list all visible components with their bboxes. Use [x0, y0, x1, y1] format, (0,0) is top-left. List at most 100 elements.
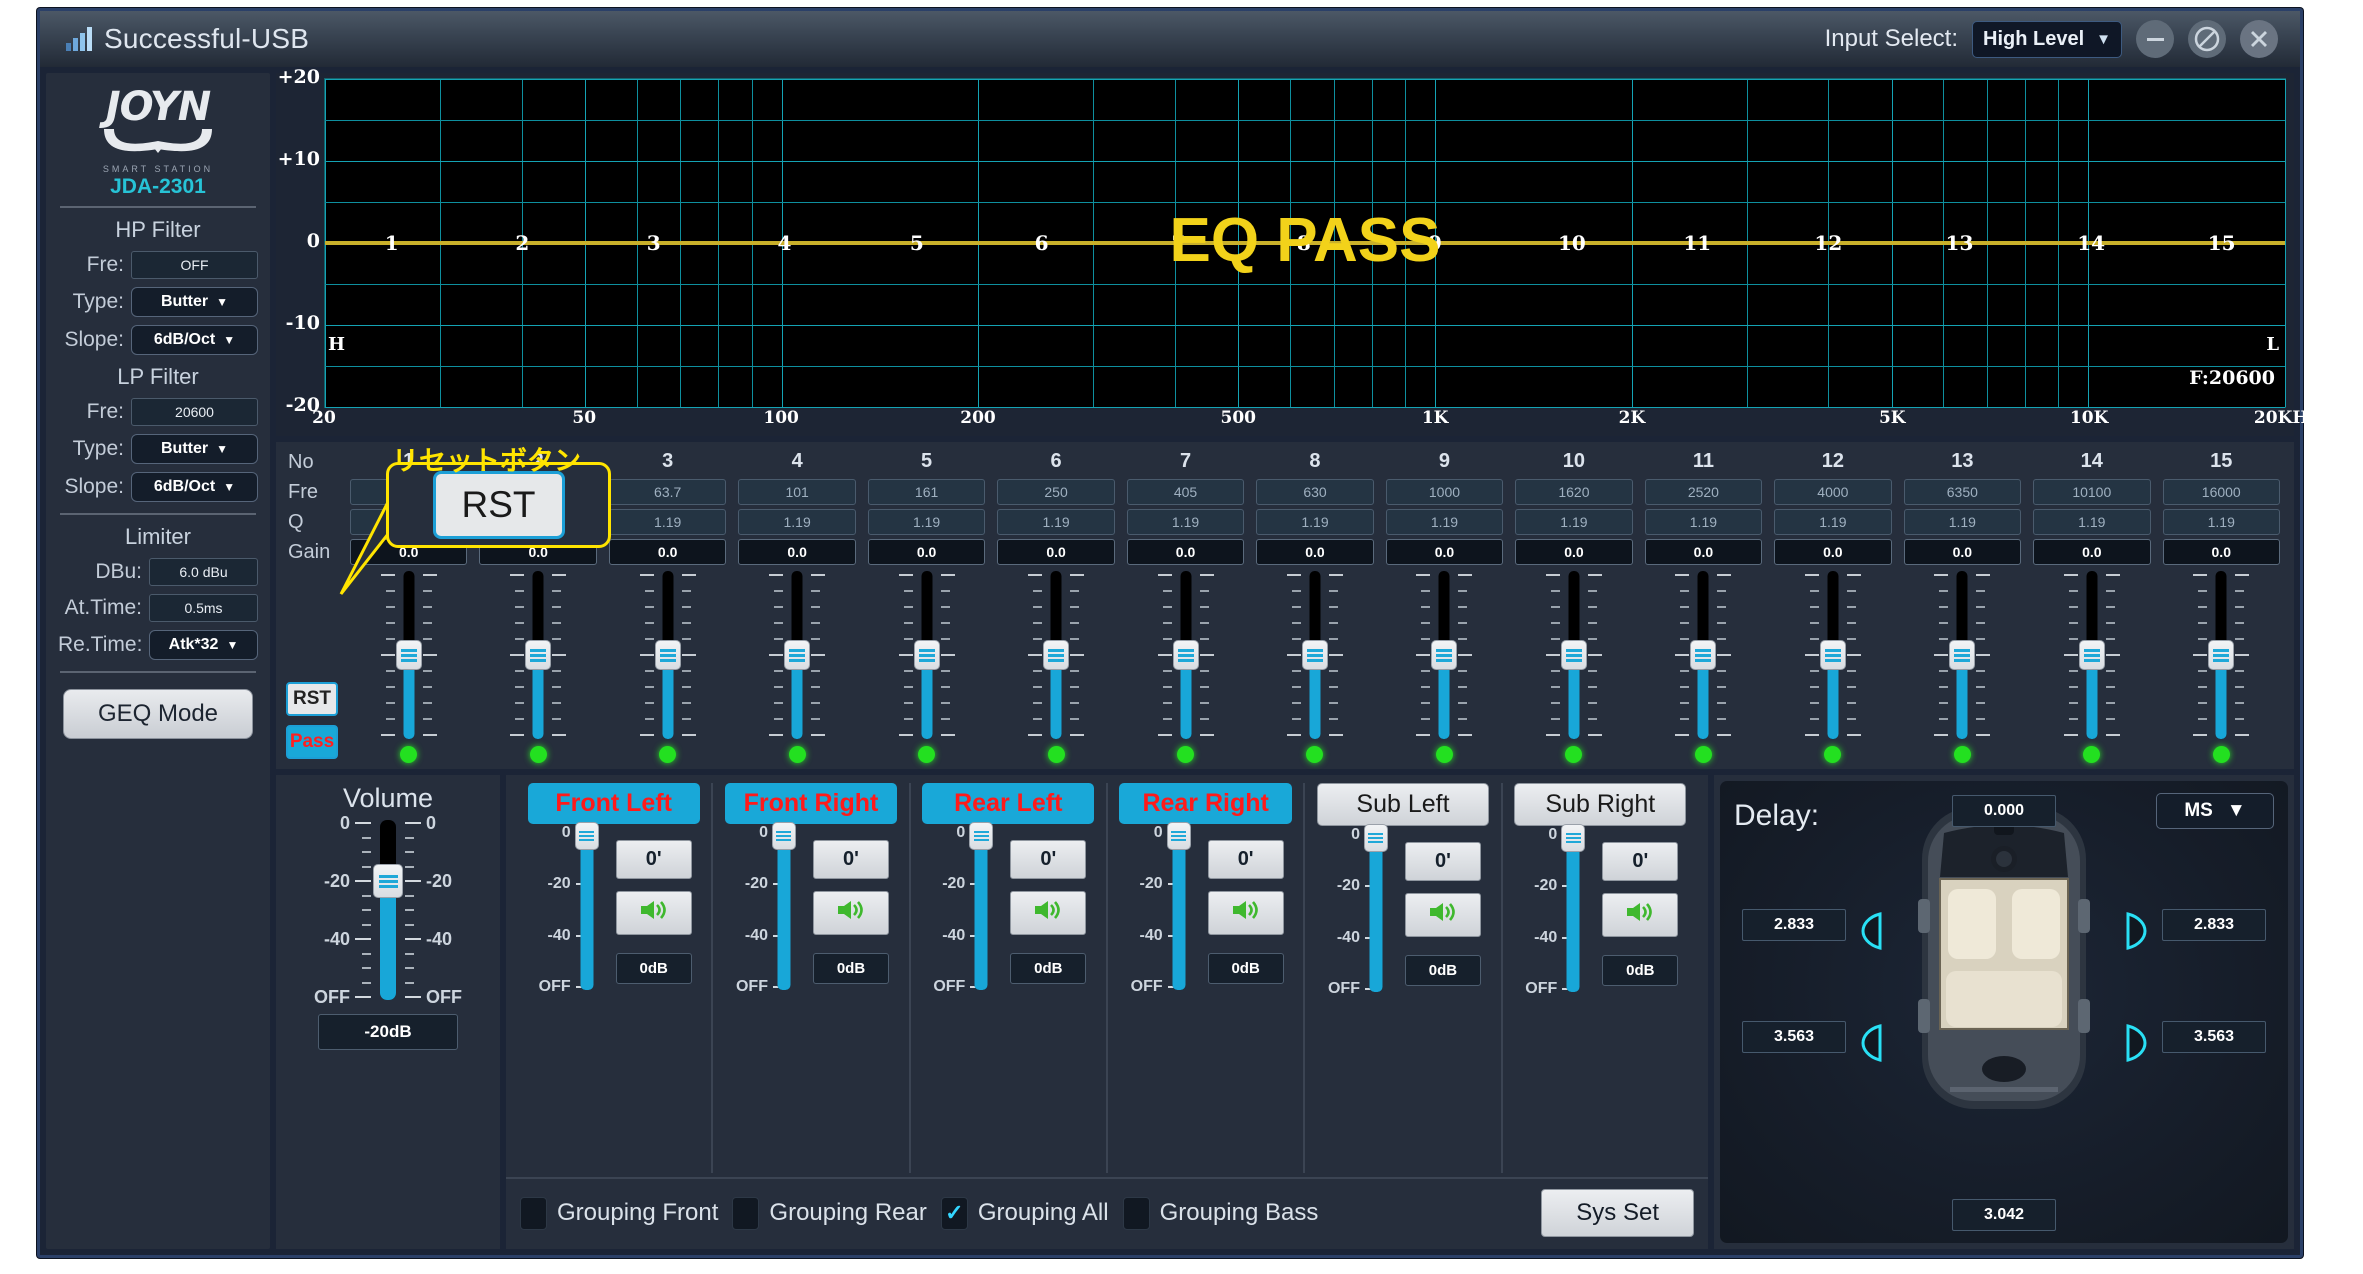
eq-band-led-9[interactable] — [1435, 746, 1453, 763]
fader-knob[interactable] — [525, 640, 552, 670]
fader-knob[interactable] — [1561, 824, 1586, 852]
eq-band-led-13[interactable] — [1953, 746, 1971, 763]
eq-fre-input-4[interactable]: 101 — [738, 479, 856, 505]
channel-phase-button[interactable]: 0' — [1207, 840, 1284, 879]
eq-band-led-14[interactable] — [2083, 746, 2101, 763]
fader-knob[interactable] — [1819, 640, 1846, 670]
geq-mode-button[interactable]: GEQ Mode — [63, 689, 253, 739]
eq-fre-input-5[interactable]: 161 — [867, 479, 986, 505]
eq-response-graph[interactable]: +20 +10 0 -10 -20 1 2 3 4 5 6 7 8 9 10 11 12 13 14 15 EQ PAS… — [278, 66, 2286, 416]
eq-band-marker-14[interactable]: 14 — [2077, 231, 2105, 255]
channel-level-value[interactable]: 0dB — [1602, 955, 1679, 986]
eq-gain-fader-6[interactable] — [1026, 571, 1086, 739]
fader-knob[interactable] — [654, 640, 681, 670]
eq-gain-input-10[interactable]: 0.0 — [1515, 539, 1633, 565]
channel-name-button[interactable]: Sub Right — [1514, 783, 1687, 826]
eq-gain-fader-4[interactable] — [767, 571, 827, 739]
channel-name-button[interactable]: Sub Left — [1316, 783, 1490, 826]
channel-name-button[interactable]: Front Left — [527, 783, 700, 824]
fader-knob[interactable] — [784, 640, 811, 670]
eq-gain-fader-9[interactable] — [1414, 571, 1474, 739]
eq-q-input-9[interactable]: 1.19 — [1385, 509, 1504, 535]
eq-q-input-5[interactable]: 1.19 — [867, 509, 986, 535]
eq-gain-fader-14[interactable] — [2062, 571, 2122, 739]
channel-level-fader[interactable]: 0 -20 -40 OFF — [930, 822, 1004, 994]
eq-band-led-6[interactable] — [1047, 746, 1065, 763]
eq-band-led-11[interactable] — [1694, 746, 1712, 763]
fader-knob[interactable] — [1949, 640, 1976, 670]
delay-unit-dropdown[interactable]: MS ▼ — [2156, 793, 2274, 829]
lp-fre-input[interactable]: 20600 — [131, 398, 258, 426]
checkbox[interactable] — [1122, 1196, 1150, 1230]
delay-value-front-left[interactable]: 2.833 — [1742, 909, 1846, 941]
eq-gain-input-14[interactable]: 0.0 — [2033, 539, 2151, 565]
restore-button[interactable] — [2188, 20, 2226, 58]
eq-fre-input-10[interactable]: 1620 — [1515, 479, 1633, 505]
eq-band-marker-13[interactable]: 13 — [1946, 231, 1974, 255]
eq-fre-input-7[interactable]: 405 — [1126, 479, 1245, 505]
eq-gain-input-8[interactable]: 0.0 — [1256, 539, 1374, 565]
delay-value-bottom[interactable]: 3.042 — [1952, 1199, 2056, 1231]
eq-gain-input-12[interactable]: 0.0 — [1774, 539, 1892, 565]
eq-q-input-6[interactable]: 1.19 — [997, 509, 1115, 535]
checkbox-checked[interactable]: ✓ — [940, 1196, 968, 1230]
eq-gain-input-11[interactable]: 0.0 — [1644, 539, 1763, 565]
eq-band-led-5[interactable] — [918, 746, 936, 763]
eq-q-input-10[interactable]: 1.19 — [1515, 509, 1633, 535]
hp-slope-dropdown[interactable]: 6dB/Oct ▼ — [131, 325, 258, 355]
eq-band-led-1[interactable] — [400, 746, 418, 763]
channel-mute-button[interactable] — [812, 891, 889, 935]
eq-gain-input-15[interactable]: 0.0 — [2162, 539, 2280, 565]
eq-band-led-12[interactable] — [1824, 746, 1842, 763]
close-button[interactable] — [2240, 20, 2278, 58]
lp-slope-dropdown[interactable]: 6dB/Oct ▼ — [131, 472, 258, 502]
channel-level-fader[interactable]: 0 -20 -40 OFF — [1325, 824, 1399, 996]
eq-band-marker-12[interactable]: 12 — [1814, 231, 1842, 255]
hp-type-dropdown[interactable]: Butter ▼ — [131, 287, 258, 317]
eq-gain-fader-15[interactable] — [2191, 571, 2251, 739]
volume-value[interactable]: -20dB — [318, 1014, 458, 1050]
eq-fre-input-15[interactable]: 16000 — [2162, 479, 2280, 505]
eq-band-led-4[interactable] — [788, 746, 806, 763]
eq-gain-fader-11[interactable] — [1673, 571, 1733, 739]
grouping-item-grouping-bass[interactable]: Grouping Bass — [1122, 1196, 1318, 1230]
eq-band-led-8[interactable] — [1306, 746, 1324, 763]
fader-knob[interactable] — [1560, 640, 1587, 670]
eq-q-input-4[interactable]: 1.19 — [738, 509, 856, 535]
eq-fre-input-12[interactable]: 4000 — [1774, 479, 1892, 505]
eq-reset-button[interactable]: RST — [286, 682, 338, 716]
eq-fre-input-13[interactable]: 6350 — [1903, 479, 2022, 505]
eq-gain-input-7[interactable]: 0.0 — [1126, 539, 1245, 565]
eq-band-led-2[interactable] — [529, 746, 547, 763]
channel-mute-button[interactable] — [1602, 893, 1679, 937]
channel-mute-button[interactable] — [615, 891, 692, 935]
eq-q-input-3[interactable]: 1.19 — [608, 509, 727, 535]
eq-gain-fader-1[interactable] — [379, 571, 439, 739]
eq-fre-input-8[interactable]: 630 — [1256, 479, 1374, 505]
sys-set-button[interactable]: Sys Set — [1541, 1189, 1694, 1237]
eq-q-input-13[interactable]: 1.19 — [1903, 509, 2022, 535]
eq-q-input-12[interactable]: 1.19 — [1774, 509, 1892, 535]
channel-phase-button[interactable]: 0' — [1404, 842, 1481, 881]
eq-gain-input-3[interactable]: 0.0 — [608, 539, 727, 565]
channel-level-fader[interactable]: 0 -20 -40 OFF — [1128, 822, 1202, 994]
fader-knob[interactable] — [1690, 640, 1717, 670]
eq-band-led-3[interactable] — [659, 746, 677, 763]
channel-level-value[interactable]: 0dB — [1404, 955, 1481, 986]
input-select-dropdown[interactable]: High Level ▼ — [1972, 20, 2122, 58]
fader-knob[interactable] — [1431, 640, 1458, 670]
eq-band-marker-6[interactable]: 6 — [1035, 231, 1049, 255]
fader-knob[interactable] — [2078, 640, 2105, 670]
eq-q-input-8[interactable]: 1.19 — [1256, 509, 1374, 535]
eq-q-input-14[interactable]: 1.19 — [2033, 509, 2151, 535]
eq-fre-input-11[interactable]: 2520 — [1644, 479, 1763, 505]
channel-phase-button[interactable]: 0' — [615, 840, 692, 879]
eq-fre-input-14[interactable]: 10100 — [2033, 479, 2151, 505]
fader-knob[interactable] — [771, 822, 796, 850]
eq-gain-input-4[interactable]: 0.0 — [738, 539, 856, 565]
eq-band-marker-3[interactable]: 3 — [647, 231, 661, 255]
grouping-item-grouping-all[interactable]: ✓ Grouping All — [940, 1196, 1109, 1230]
hp-fre-input[interactable]: OFF — [131, 251, 258, 279]
fader-knob[interactable] — [913, 640, 940, 670]
eq-gain-fader-12[interactable] — [1803, 571, 1863, 739]
